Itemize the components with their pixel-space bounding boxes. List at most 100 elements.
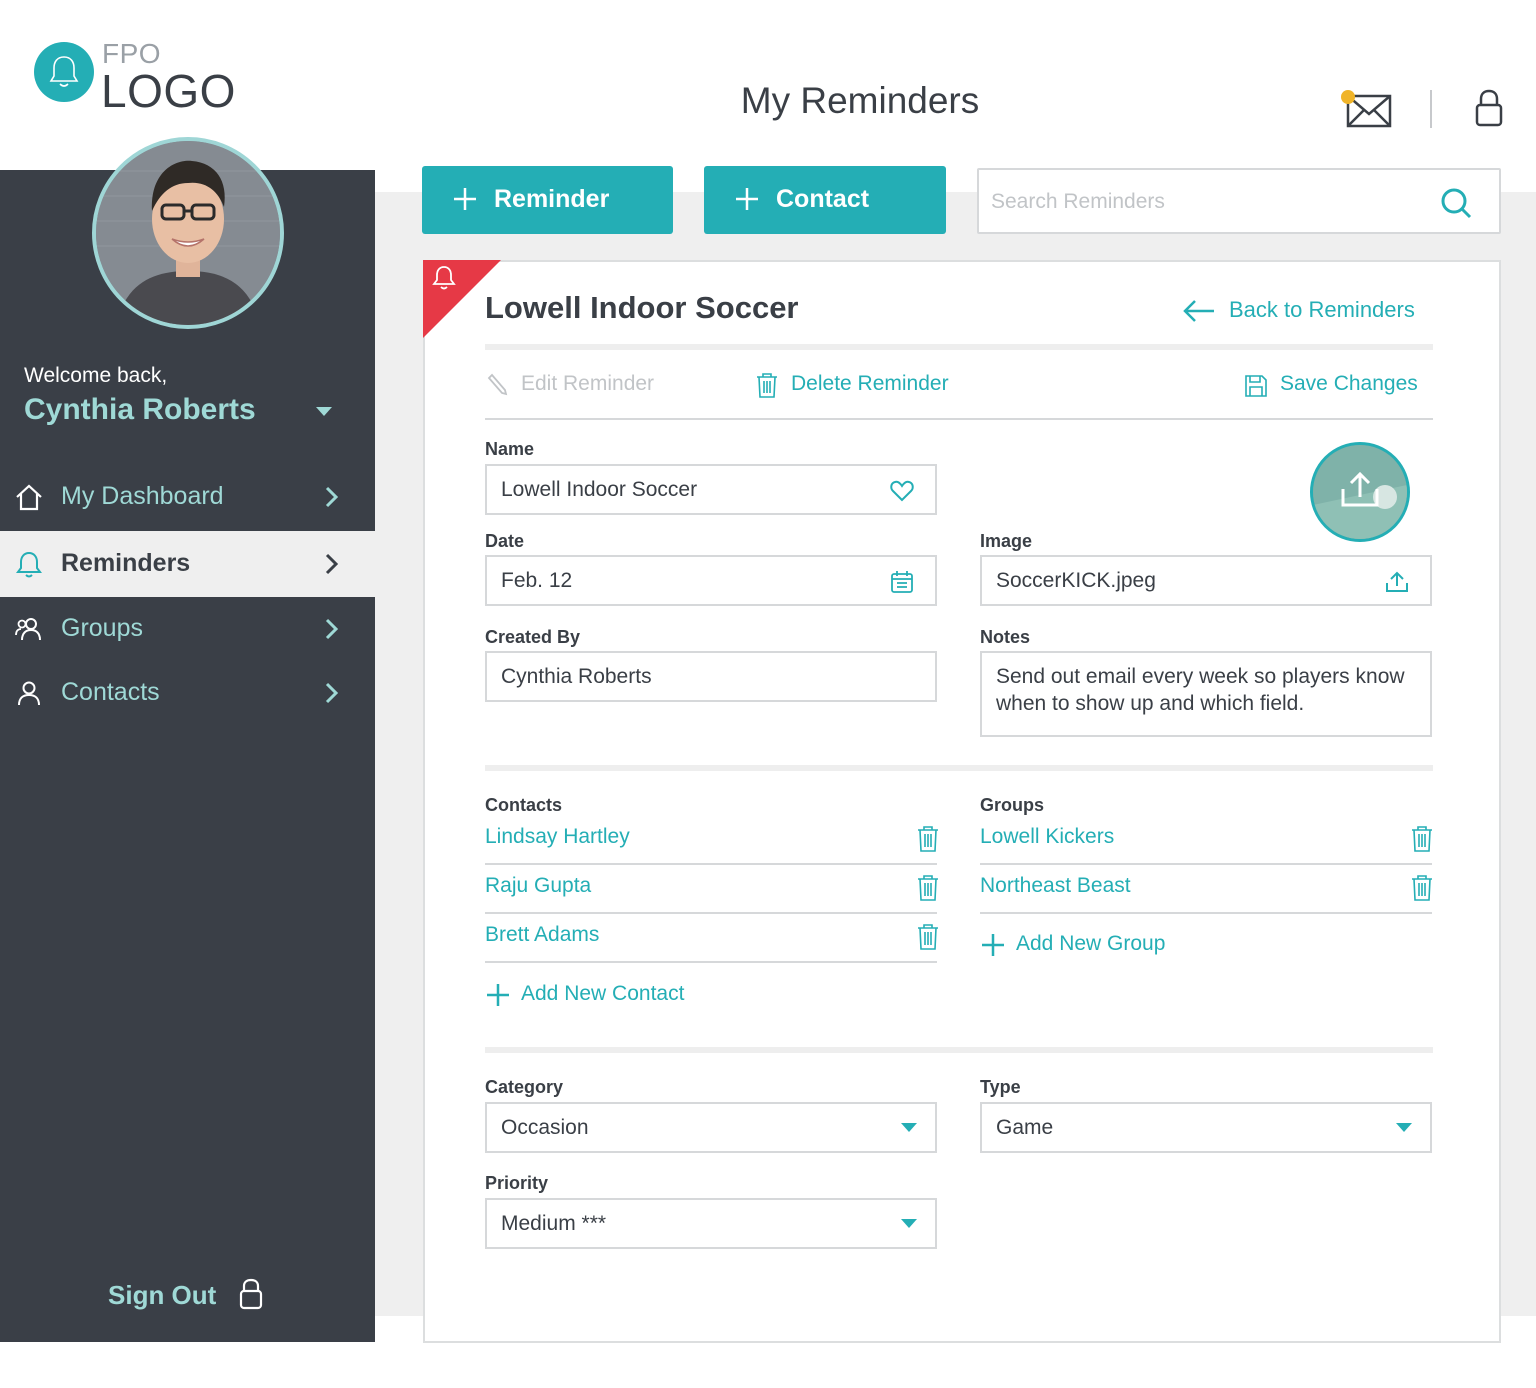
calendar-icon[interactable] — [889, 569, 915, 595]
add-contact-button[interactable]: Contact — [704, 166, 946, 234]
trash-icon[interactable] — [917, 874, 939, 902]
lock-icon — [239, 1278, 263, 1310]
heart-icon[interactable] — [889, 478, 915, 504]
sign-out-button[interactable]: Sign Out — [108, 1278, 263, 1311]
date-field[interactable]: Feb. 12 — [485, 555, 937, 606]
logo[interactable]: FPO LOGO — [34, 38, 274, 118]
sidebar-item-label: Contacts — [61, 678, 160, 706]
trash-icon[interactable] — [917, 923, 939, 951]
user-photo — [96, 141, 280, 325]
notification-dot — [1341, 90, 1355, 104]
arrow-left-icon — [1183, 300, 1214, 322]
user-name[interactable]: Cynthia Roberts — [24, 393, 256, 427]
created-by-label: Created By — [485, 627, 581, 647]
image-preview[interactable] — [1310, 442, 1410, 542]
search-input[interactable] — [991, 184, 1431, 220]
upload-icon — [1313, 445, 1407, 539]
chevron-right-icon — [325, 553, 339, 575]
divider — [485, 344, 1433, 350]
header-divider — [1430, 90, 1432, 128]
date-value: Feb. 12 — [501, 569, 573, 592]
image-value: SoccerKICK.jpeg — [996, 569, 1156, 592]
name-field[interactable]: Lowell Indoor Soccer — [485, 464, 937, 515]
delete-reminder-label: Delete Reminder — [791, 372, 949, 395]
save-icon — [1245, 375, 1267, 397]
sidebar-item-groups[interactable]: Groups — [0, 596, 375, 662]
contact-link[interactable]: Lindsay Hartley — [485, 825, 630, 849]
lock-icon[interactable] — [1474, 88, 1504, 128]
edit-reminder-label: Edit Reminder — [521, 372, 655, 395]
bell-icon — [16, 551, 42, 578]
notes-field[interactable]: Send out email every week so players kno… — [980, 651, 1432, 737]
created-by-value: Cynthia Roberts — [501, 665, 652, 688]
group-row: Northeast Beast — [980, 864, 1432, 914]
trash-icon[interactable] — [1411, 874, 1433, 902]
image-label: Image — [980, 531, 1033, 551]
caret-down-icon[interactable] — [316, 407, 332, 416]
contact-row: Lindsay Hartley — [485, 815, 939, 865]
contact-link[interactable]: Raju Gupta — [485, 874, 591, 898]
sidebar-item-label: Groups — [61, 614, 143, 642]
row-divider — [980, 912, 1432, 914]
contact-row: Raju Gupta — [485, 864, 939, 914]
image-field[interactable]: SoccerKICK.jpeg — [980, 555, 1432, 606]
plus-icon — [454, 188, 476, 210]
priority-select[interactable]: Medium *** — [485, 1198, 937, 1249]
sidebar-item-contacts[interactable]: Contacts — [0, 660, 375, 726]
sidebar-item-reminders[interactable]: Reminders — [0, 531, 375, 597]
add-reminder-button[interactable]: Reminder — [422, 166, 673, 234]
sidebar-item-dashboard[interactable]: My Dashboard — [0, 464, 375, 530]
groups-icon — [15, 618, 41, 641]
add-new-contact-button[interactable]: Add New Contact — [485, 980, 745, 1010]
add-new-group-button[interactable]: Add New Group — [980, 930, 1220, 960]
add-contact-label: Contact — [776, 185, 870, 213]
created-by-field[interactable]: Cynthia Roberts — [485, 651, 937, 702]
group-link[interactable]: Northeast Beast — [980, 874, 1131, 898]
contact-link[interactable]: Brett Adams — [485, 923, 599, 947]
add-new-contact-label: Add New Contact — [521, 982, 685, 1005]
logo-bell-badge — [34, 42, 94, 102]
contact-row: Brett Adams — [485, 913, 939, 963]
name-label: Name — [485, 439, 535, 459]
bell-icon — [49, 56, 79, 87]
reminder-card — [423, 260, 1501, 1343]
back-to-reminders-link[interactable]: Back to Reminders — [1182, 296, 1434, 326]
contacts-label: Contacts — [485, 795, 563, 815]
add-reminder-label: Reminder — [494, 185, 610, 213]
row-divider — [485, 961, 937, 963]
chevron-right-icon — [325, 486, 339, 508]
page-title: My Reminders — [740, 80, 980, 121]
name-value: Lowell Indoor Soccer — [501, 478, 698, 501]
avatar[interactable] — [92, 137, 284, 329]
priority-value: Medium *** — [501, 1212, 607, 1235]
back-label: Back to Reminders — [1229, 297, 1415, 322]
notes-label: Notes — [980, 627, 1031, 647]
priority-label: Priority — [485, 1173, 549, 1193]
caret-down-icon — [901, 1219, 917, 1228]
trash-icon[interactable] — [1411, 825, 1433, 853]
category-select[interactable]: Occasion — [485, 1102, 937, 1153]
notes-value: Send out email every week so players kno… — [996, 665, 1405, 715]
person-icon — [18, 681, 40, 706]
divider — [485, 418, 1433, 420]
category-label: Category — [485, 1077, 564, 1097]
sidebar-item-label: Reminders — [61, 549, 191, 577]
group-link[interactable]: Lowell Kickers — [980, 825, 1114, 849]
logo-text: LOGO — [101, 65, 236, 117]
upload-icon[interactable] — [1384, 569, 1410, 595]
search-icon[interactable] — [1439, 186, 1473, 220]
group-row: Lowell Kickers — [980, 815, 1432, 865]
plus-icon — [982, 934, 1004, 956]
trash-icon — [757, 373, 777, 398]
groups-label: Groups — [980, 795, 1045, 815]
add-new-group-label: Add New Group — [1016, 932, 1166, 955]
type-select[interactable]: Game — [980, 1102, 1432, 1153]
trash-icon[interactable] — [917, 825, 939, 853]
reminder-title: Lowell Indoor Soccer — [485, 290, 799, 325]
welcome-text: Welcome back, — [24, 364, 168, 387]
sign-out-label: Sign Out — [108, 1280, 217, 1310]
chevron-right-icon — [325, 682, 339, 704]
sidebar-item-label: My Dashboard — [61, 482, 224, 510]
home-icon — [16, 484, 42, 511]
category-value: Occasion — [501, 1116, 589, 1139]
